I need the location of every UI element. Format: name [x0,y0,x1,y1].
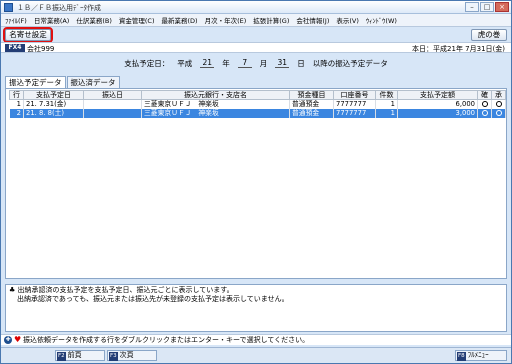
col-confirm[interactable]: 確 [477,90,492,100]
payment-date-header: 支払予定日： 平成 21 年 7 月 31 日 以降の振込予定データ [1,57,511,69]
fkey-prev-page[interactable]: F2 前頁 [55,350,105,361]
col-approve[interactable]: 承 [491,90,506,100]
cell-transfer-date [83,99,142,109]
cell-count: 1 [375,99,398,109]
today-date: 本日：平成21年 7月31日(金) [412,45,505,53]
year-unit: 年 [222,58,230,68]
col-transfer-date[interactable]: 振込日 [83,90,142,100]
cell-deposit-type: 普通預金 [289,108,334,118]
fkey-next-page[interactable]: F3 次頁 [107,350,157,361]
toolbar: 名寄せ設定 虎の巻 [1,27,511,43]
menu-company[interactable]: 会社情報(J) [296,15,329,25]
product-badge: FX4 [5,44,25,52]
cell-account: 7777777 [333,99,376,109]
col-payment-date[interactable]: 支払予定日 [23,90,84,100]
notes-panel: ♣ 出納承認済の支払予定を支払予定日、振込元ごとに表示しています。 出納承認済で… [5,284,507,332]
minimize-icon[interactable]: – [465,2,479,12]
close-icon[interactable]: × [495,2,509,12]
table-header: 行 支払予定日 振込日 振込元銀行・支店名 預金種目 口座番号 件数 支払予定額… [9,90,506,100]
maximize-icon[interactable]: □ [480,2,494,12]
payment-date-label: 支払予定日： [124,58,170,68]
window-controls: – □ × [465,2,509,12]
menu-funds[interactable]: 資金管理(C) [119,15,155,25]
menu-view[interactable]: 表示(V) [336,15,359,25]
col-amount[interactable]: 支払予定額 [397,90,478,100]
day-field[interactable]: 31 [275,58,290,68]
app-window: １Ｂ／ＦＢ振込用ﾃﾞｰﾀ作成 – □ × ﾌｧｲﾙ(F) 日常業務(A) 仕訳業… [0,0,512,364]
company-row: FX4 会社999 本日：平成21年 7月31日(金) [1,42,511,53]
era-label: 平成 [177,58,193,68]
cell-transfer-date [83,108,142,118]
cell-account: 7777777 [333,108,376,118]
note-line-1: ♣ 出納承認済の支払予定を支払予定日、振込元ごとに表示しています。 [9,286,234,294]
fkey-number: F2 [57,352,66,361]
function-key-bar: F2 前頁 F3 次頁 F8 ﾌﾙﾒﾆｭｰ [1,347,511,363]
cell-deposit-type: 普通預金 [289,99,334,109]
heart-icon: ♥ [14,335,22,344]
confirm-circle-icon [477,108,492,118]
fkey-label: 次頁 [119,351,134,359]
status-bar: ✚ ♥ 振込依頼データを作成する行をダブルクリックまたはエンター・キーで選択して… [1,334,511,345]
tab-completed[interactable]: 振込済データ [66,76,120,88]
cell-row: 1 [9,99,24,109]
transfer-table-panel: 行 支払予定日 振込日 振込元銀行・支店名 預金種目 口座番号 件数 支払予定額… [5,88,507,279]
confirm-circle-icon [477,99,492,109]
cell-bank: 三菱東京ＵＦＪ 神楽坂 [141,99,290,109]
day-unit: 日 [297,58,305,68]
cell-count: 1 [375,108,398,118]
table-row-selected[interactable]: 2 21. 8. 8(土) 三菱東京ＵＦＪ 神楽坂 普通預金 7777777 1… [9,108,506,118]
window-title: １Ｂ／ＦＢ振込用ﾃﾞｰﾀ作成 [17,4,101,12]
menu-daily[interactable]: 日常業務(A) [34,15,70,25]
menu-monthly[interactable]: 月次・年次(E) [205,15,247,25]
cell-amount: 3,000 [397,108,478,118]
tab-strip: 振込予定データ 振込済データ [5,76,121,89]
menu-bar: ﾌｧｲﾙ(F) 日常業務(A) 仕訳業務(B) 資金管理(C) 最新業務(D) … [1,14,511,27]
cell-payment-date: 21. 8. 8(土) [23,108,84,118]
year-field[interactable]: 21 [200,58,215,68]
name-grouping-settings-button[interactable]: 名寄せ設定 [3,27,53,43]
cell-row: 2 [9,108,24,118]
fkey-label: 前頁 [67,351,82,359]
fkey-label: ﾌﾙﾒﾆｭｰ [467,351,489,359]
menu-journal[interactable]: 仕訳業務(B) [76,15,112,25]
approve-circle-icon [491,108,506,118]
col-deposit-type[interactable]: 預金種目 [289,90,334,100]
col-account[interactable]: 口座番号 [333,90,376,100]
tips-button[interactable]: 虎の巻 [471,29,507,41]
month-unit: 月 [259,58,268,68]
navigation-icon: ✚ [4,336,12,344]
cell-payment-date: 21. 7.31(金) [23,99,84,109]
col-row[interactable]: 行 [9,90,24,100]
fkey-full-menu[interactable]: F8 ﾌﾙﾒﾆｭｰ [455,350,507,361]
col-count[interactable]: 件数 [375,90,398,100]
month-field[interactable]: 7 [237,58,252,68]
menu-window[interactable]: ｳｨﾝﾄﾞｳ(W) [366,15,397,25]
menu-latest[interactable]: 最新業務(D) [162,15,198,25]
company-name: 会社999 [27,45,55,53]
cell-amount: 6,000 [397,99,478,109]
cell-bank: 三菱東京ＵＦＪ 神楽坂 [141,108,290,118]
fkey-number: F3 [109,352,118,361]
fkey-number: F8 [457,352,466,361]
menu-file[interactable]: ﾌｧｲﾙ(F) [5,15,27,25]
app-icon [4,3,13,12]
status-message: 振込依頼データを作成する行をダブルクリックまたはエンター・キーで選択してください… [23,336,310,344]
payment-date-suffix: 以降の振込予定データ [312,58,388,68]
col-bank[interactable]: 振込元銀行・支店名 [141,90,290,100]
menu-extended[interactable]: 拡張計算(G) [253,15,289,25]
note-line-2: 出納承認済であっても、振込元または振込先が未登録の支払予定は表示していません。 [17,295,289,303]
transfer-table: 行 支払予定日 振込日 振込元銀行・支店名 預金種目 口座番号 件数 支払予定額… [9,90,506,118]
title-bar: １Ｂ／ＦＢ振込用ﾃﾞｰﾀ作成 – □ × [1,1,511,14]
approve-circle-icon [491,99,506,109]
table-row[interactable]: 1 21. 7.31(金) 三菱東京ＵＦＪ 神楽坂 普通預金 7777777 1… [9,99,506,109]
